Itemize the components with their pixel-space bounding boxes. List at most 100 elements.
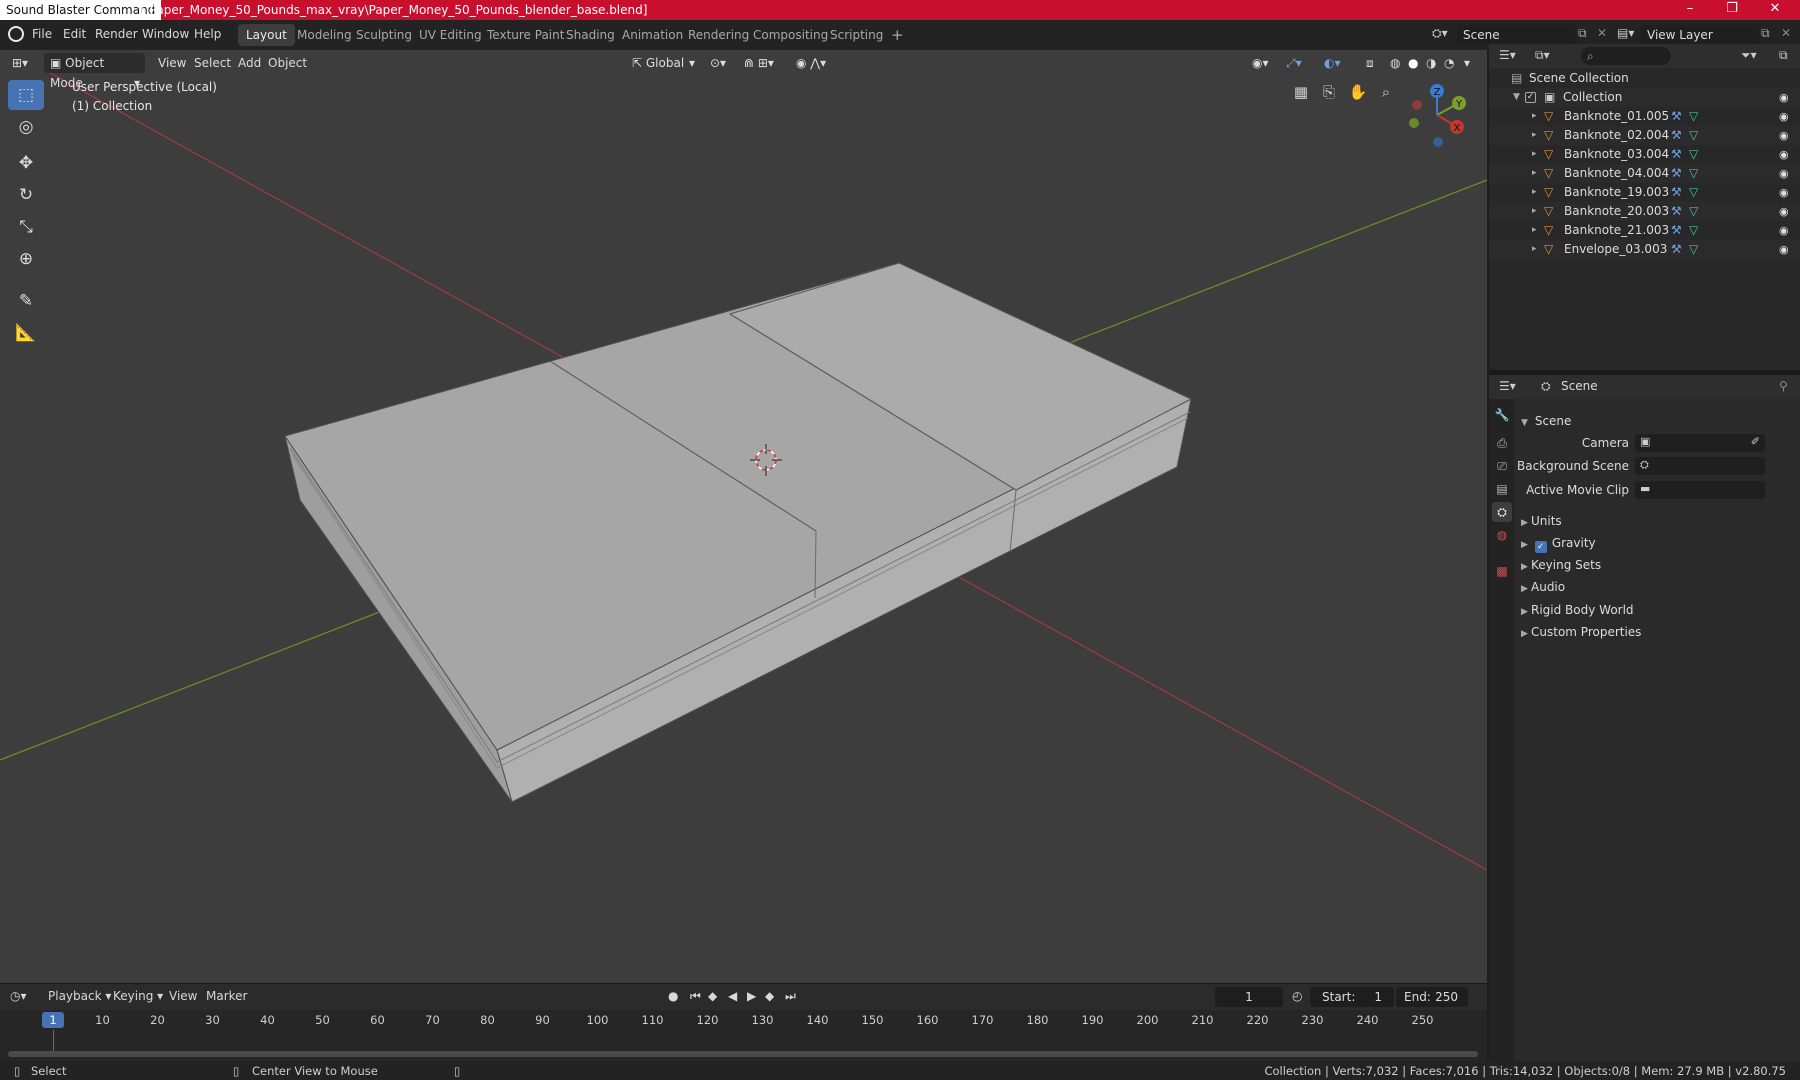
collapsed-caret-icon[interactable]: ▸ bbox=[1532, 126, 1542, 145]
xray-icon[interactable]: ⧈ bbox=[1360, 53, 1380, 73]
viewport-scene[interactable]: Y X Z bbox=[0, 50, 1487, 983]
modifier-wrench-icon[interactable]: ⚒ bbox=[1671, 145, 1682, 164]
cursor-tool-icon[interactable]: ◎ bbox=[8, 112, 44, 142]
eye-icon[interactable]: ◉ bbox=[1779, 221, 1789, 240]
mesh-data-icon[interactable]: ▽ bbox=[1689, 240, 1698, 259]
start-frame-field[interactable]: Start: 1 bbox=[1310, 987, 1394, 1007]
outliner-search-input[interactable]: ⌕ bbox=[1581, 47, 1671, 65]
collapsed-caret-icon[interactable]: ▸ bbox=[1532, 107, 1542, 126]
background-scene-field[interactable]: ⛭ bbox=[1635, 457, 1765, 475]
units-panel-header[interactable]: ▶ Units bbox=[1515, 510, 1800, 532]
scale-tool-icon[interactable]: ⤡ bbox=[8, 212, 44, 242]
playhead-line[interactable] bbox=[53, 1030, 54, 1051]
eye-icon[interactable]: ◉ bbox=[1779, 126, 1789, 145]
outliner-object-row[interactable]: ▸ ▽ Banknote_21.003 ⚒ ▽ ◉ bbox=[1489, 221, 1800, 240]
grid-view-icon[interactable]: ▦ bbox=[1289, 80, 1313, 104]
transform-tool-icon[interactable]: ⊕ bbox=[8, 244, 44, 274]
new-collection-icon[interactable]: ⧉ bbox=[1779, 48, 1788, 63]
record-icon[interactable]: ● bbox=[668, 989, 678, 1003]
object-mode-dropdown[interactable]: ▣ Object Mode ▾ bbox=[44, 53, 145, 90]
close-button[interactable]: ✕ bbox=[1755, 0, 1795, 20]
play-reverse-icon[interactable]: ◀ bbox=[728, 989, 737, 1003]
properties-editor-type-icon[interactable]: ☰▾ bbox=[1499, 379, 1516, 393]
modifier-wrench-icon[interactable]: ⚒ bbox=[1671, 107, 1682, 126]
modifier-wrench-icon[interactable]: ⚒ bbox=[1671, 240, 1682, 259]
zoom-icon[interactable]: ⌕ bbox=[1374, 80, 1398, 104]
outliner-row-scene-collection[interactable]: ▤ Scene Collection bbox=[1489, 69, 1800, 88]
collapsed-caret-icon[interactable]: ▸ bbox=[1532, 145, 1542, 164]
end-frame-field[interactable]: End: 250 bbox=[1396, 987, 1468, 1007]
scene-panel-header[interactable]: ▼ Scene bbox=[1515, 410, 1800, 432]
keying-sets-panel-header[interactable]: ▶ Keying Sets bbox=[1515, 554, 1800, 576]
modifier-wrench-icon[interactable]: ⚒ bbox=[1671, 183, 1682, 202]
scene-tab-icon[interactable]: ⛭ bbox=[1492, 502, 1512, 522]
mesh-data-icon[interactable]: ▽ bbox=[1689, 107, 1698, 126]
jump-start-icon[interactable]: ⏮ bbox=[690, 989, 701, 1004]
scene-selector-icon[interactable]: ⛭▾ bbox=[1432, 26, 1448, 41]
menu-object[interactable]: Object bbox=[262, 53, 313, 73]
outliner-object-row[interactable]: ▸ ▽ Banknote_04.004 ⚒ ▽ ◉ bbox=[1489, 164, 1800, 183]
transform-orientation-dropdown[interactable]: ⇱ Global ▾ bbox=[626, 53, 698, 73]
eye-icon[interactable]: ◉ bbox=[1779, 88, 1789, 107]
modifier-wrench-icon[interactable]: ⚒ bbox=[1671, 126, 1682, 145]
jump-end-icon[interactable]: ⏭ bbox=[785, 989, 796, 1004]
next-keyframe-icon[interactable]: ◆ bbox=[765, 989, 774, 1003]
outliner-object-row[interactable]: ▸ ▽ Banknote_02.004 ⚒ ▽ ◉ bbox=[1489, 126, 1800, 145]
pan-hand-icon[interactable]: ✋ bbox=[1346, 80, 1370, 104]
collapsed-caret-icon[interactable]: ▸ bbox=[1532, 164, 1542, 183]
rigid-body-world-panel-header[interactable]: ▶ Rigid Body World bbox=[1515, 599, 1800, 621]
custom-properties-panel-header[interactable]: ▶ Custom Properties bbox=[1515, 621, 1800, 643]
modifier-wrench-icon[interactable]: ⚒ bbox=[1671, 221, 1682, 240]
scene-name-field[interactable]: Scene bbox=[1457, 25, 1575, 45]
measure-tool-icon[interactable]: 📐 bbox=[8, 318, 44, 348]
camera-field[interactable]: ▣ ✐ bbox=[1635, 434, 1765, 452]
menu-help[interactable]: Help bbox=[194, 27, 221, 41]
menu-select[interactable]: Select bbox=[188, 53, 237, 73]
proportional-editing-icon[interactable]: ◉ ⋀▾ bbox=[790, 53, 832, 73]
timeline-scrollbar[interactable] bbox=[8, 1051, 1478, 1057]
render-tab-icon[interactable]: ⎙ bbox=[1492, 433, 1512, 453]
pivot-point-icon[interactable]: ⊙▾ bbox=[704, 53, 732, 73]
eyedropper-icon[interactable]: ✐ bbox=[1751, 435, 1760, 448]
eye-icon[interactable]: ◉ bbox=[1779, 164, 1789, 183]
tab-scripting[interactable]: Scripting bbox=[822, 24, 891, 46]
menu-window[interactable]: Window bbox=[142, 27, 189, 41]
gravity-panel-header[interactable]: ▶ ✓ Gravity bbox=[1515, 532, 1800, 554]
pin-icon[interactable]: ⚲ bbox=[1779, 379, 1788, 393]
menu-render[interactable]: Render bbox=[95, 27, 138, 41]
prev-keyframe-icon[interactable]: ◆ bbox=[708, 989, 717, 1003]
eye-icon[interactable]: ◉ bbox=[1779, 183, 1789, 202]
mesh-data-icon[interactable]: ▽ bbox=[1689, 126, 1698, 145]
outliner-object-row[interactable]: ▸ ▽ Envelope_03.003 ⚒ ▽ ◉ bbox=[1489, 240, 1800, 259]
filter-icon[interactable]: ⏷▾ bbox=[1741, 48, 1757, 63]
world-tab-icon[interactable]: ◍ bbox=[1492, 525, 1512, 545]
current-frame-field[interactable]: 1 bbox=[1215, 987, 1283, 1007]
mesh-data-icon[interactable]: ▽ bbox=[1689, 145, 1698, 164]
gravity-checkbox[interactable]: ✓ bbox=[1534, 541, 1547, 553]
auto-keying-clock-icon[interactable]: ◴ bbox=[1292, 989, 1302, 1003]
mesh-data-icon[interactable]: ▽ bbox=[1689, 221, 1698, 240]
annotate-tool-icon[interactable]: ✎ bbox=[8, 286, 44, 316]
outliner-editor-type-icon[interactable]: ☰▾ bbox=[1499, 48, 1516, 62]
move-tool-icon[interactable]: ✥ bbox=[8, 148, 44, 178]
mesh-data-icon[interactable]: ▽ bbox=[1689, 202, 1698, 221]
eye-icon[interactable]: ◉ bbox=[1779, 202, 1789, 221]
eye-icon[interactable]: ◉ bbox=[1779, 240, 1789, 259]
select-box-tool-icon[interactable]: ⬚ bbox=[8, 80, 44, 110]
gizmo-toggle-icon[interactable]: ⤢▾ bbox=[1280, 53, 1308, 73]
mesh-data-icon[interactable]: ▽ bbox=[1689, 164, 1698, 183]
timeline-ruler[interactable]: 1 10 20 30 40 50 60 70 80 90 100 110 120 130 140 150 160… bbox=[0, 1010, 1487, 1030]
modifier-wrench-icon[interactable]: ⚒ bbox=[1671, 164, 1682, 183]
view-layer-tab-icon[interactable]: ▤ bbox=[1492, 479, 1512, 499]
3d-viewport[interactable]: Y X Z ⊞▾ ▣ Object Mode ▾ View Select Add … bbox=[0, 50, 1487, 983]
eye-icon[interactable]: ◉ bbox=[1779, 107, 1789, 126]
collapsed-caret-icon[interactable]: ▸ bbox=[1532, 183, 1542, 202]
rotate-tool-icon[interactable]: ↻ bbox=[8, 180, 44, 210]
delete-scene-icon[interactable]: ✕ bbox=[1597, 26, 1607, 40]
playback-menu[interactable]: Playback ▾ bbox=[48, 989, 111, 1003]
blender-logo-icon[interactable] bbox=[8, 26, 24, 42]
view-layer-icon[interactable]: ▤▾ bbox=[1617, 26, 1634, 40]
outliner-row-collection[interactable]: ▼ ✓ ▣ Collection ◉ bbox=[1489, 88, 1800, 107]
new-view-layer-icon[interactable]: ⧉ bbox=[1761, 26, 1770, 41]
outliner-object-row[interactable]: ▸ ▽ Banknote_01.005 ⚒ ▽ ◉ bbox=[1489, 107, 1800, 126]
